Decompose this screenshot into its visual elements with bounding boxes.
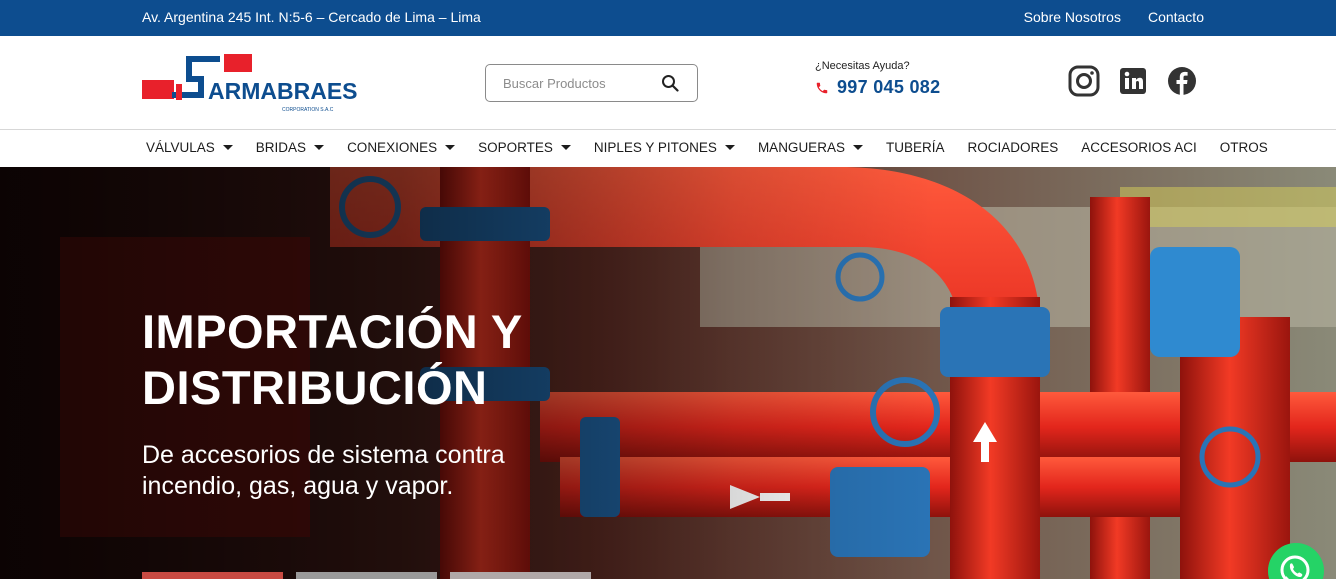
top-bar: Av. Argentina 245 Int. N:5-6 – Cercado d…: [0, 0, 1336, 36]
about-link[interactable]: Sobre Nosotros: [1024, 9, 1121, 25]
nav-item-tuberia[interactable]: TUBERÍA: [886, 140, 945, 155]
main-nav: VÁLVULAS BRIDAS CONEXIONES SOPORTES NIPL…: [0, 131, 1336, 167]
slider-thumb-2[interactable]: [296, 572, 437, 579]
search-input[interactable]: [486, 75, 654, 91]
help-block: ¿Necesitas Ayuda? 997 045 082: [815, 60, 940, 98]
caret-down-icon: [222, 145, 233, 150]
logo-text: ARMABRAES: [208, 78, 358, 104]
nav-item-otros[interactable]: OTROS: [1220, 140, 1268, 155]
nav-item-label: VÁLVULAS: [146, 140, 215, 155]
nav-item-label: CONEXIONES: [347, 140, 438, 155]
nav-item-bridas[interactable]: BRIDAS: [255, 140, 325, 155]
nav-item-label: BRIDAS: [255, 140, 307, 155]
caret-down-icon: [724, 145, 735, 150]
search-icon[interactable]: [661, 74, 679, 92]
nav-item-accesorios-aci[interactable]: ACCESORIOS ACI: [1081, 140, 1197, 155]
contact-link[interactable]: Contacto: [1148, 9, 1204, 25]
nav-item-mangueras[interactable]: MANGUERAS: [758, 140, 863, 155]
site-logo[interactable]: ARMABRAES CORPORATION S.A.C: [142, 54, 372, 114]
caret-down-icon: [314, 145, 325, 150]
nav-item-label: OTROS: [1219, 140, 1268, 155]
nav-item-conexiones[interactable]: CONEXIONES: [347, 140, 456, 155]
phone-icon: [816, 82, 828, 93]
nav-item-label: SOPORTES: [478, 140, 553, 155]
phone-link[interactable]: 997 045 082: [815, 77, 940, 98]
linkedin-icon[interactable]: [1117, 65, 1149, 97]
address-text: Av. Argentina 245 Int. N:5-6 – Cercado d…: [142, 9, 481, 25]
social-links: [1068, 65, 1198, 97]
caret-down-icon: [852, 145, 863, 150]
nav-item-label: ROCIADORES: [967, 140, 1059, 155]
caret-down-icon: [560, 145, 571, 150]
nav-item-niples-pitones[interactable]: NIPLES Y PITONES: [594, 140, 735, 155]
hero-subtitle: De accesorios de sistema contra incendio…: [142, 441, 505, 500]
nav-item-valvulas[interactable]: VÁLVULAS: [146, 140, 233, 155]
logo-subtext: CORPORATION S.A.C: [282, 107, 334, 113]
nav-item-label: ACCESORIOS ACI: [1081, 140, 1197, 155]
nav-item-label: NIPLES Y PITONES: [593, 140, 717, 155]
facebook-icon[interactable]: [1166, 65, 1198, 97]
nav-item-soportes[interactable]: SOPORTES: [478, 140, 571, 155]
nav-item-label: TUBERÍA: [885, 140, 945, 155]
hero-title: IMPORTACIÓN Y DISTRIBUCIÓN: [142, 305, 522, 414]
help-label: ¿Necesitas Ayuda?: [815, 60, 910, 72]
site-header: ARMABRAES CORPORATION S.A.C ¿Necesitas A…: [0, 36, 1336, 130]
caret-down-icon: [445, 145, 456, 150]
slider-thumb-3[interactable]: [450, 572, 591, 579]
search-box: [485, 64, 698, 102]
slider-thumb-1[interactable]: [142, 572, 283, 579]
instagram-icon[interactable]: [1068, 65, 1100, 97]
phone-number: 997 045 082: [837, 77, 941, 97]
slider-thumbnails: [142, 572, 591, 579]
nav-item-label: MANGUERAS: [757, 140, 845, 155]
top-links: Sobre Nosotros Contacto: [1024, 9, 1204, 25]
nav-item-rociadores[interactable]: ROCIADORES: [967, 140, 1058, 155]
hero-banner: IMPORTACIÓN Y DISTRIBUCIÓN De accesorios…: [0, 167, 1336, 579]
